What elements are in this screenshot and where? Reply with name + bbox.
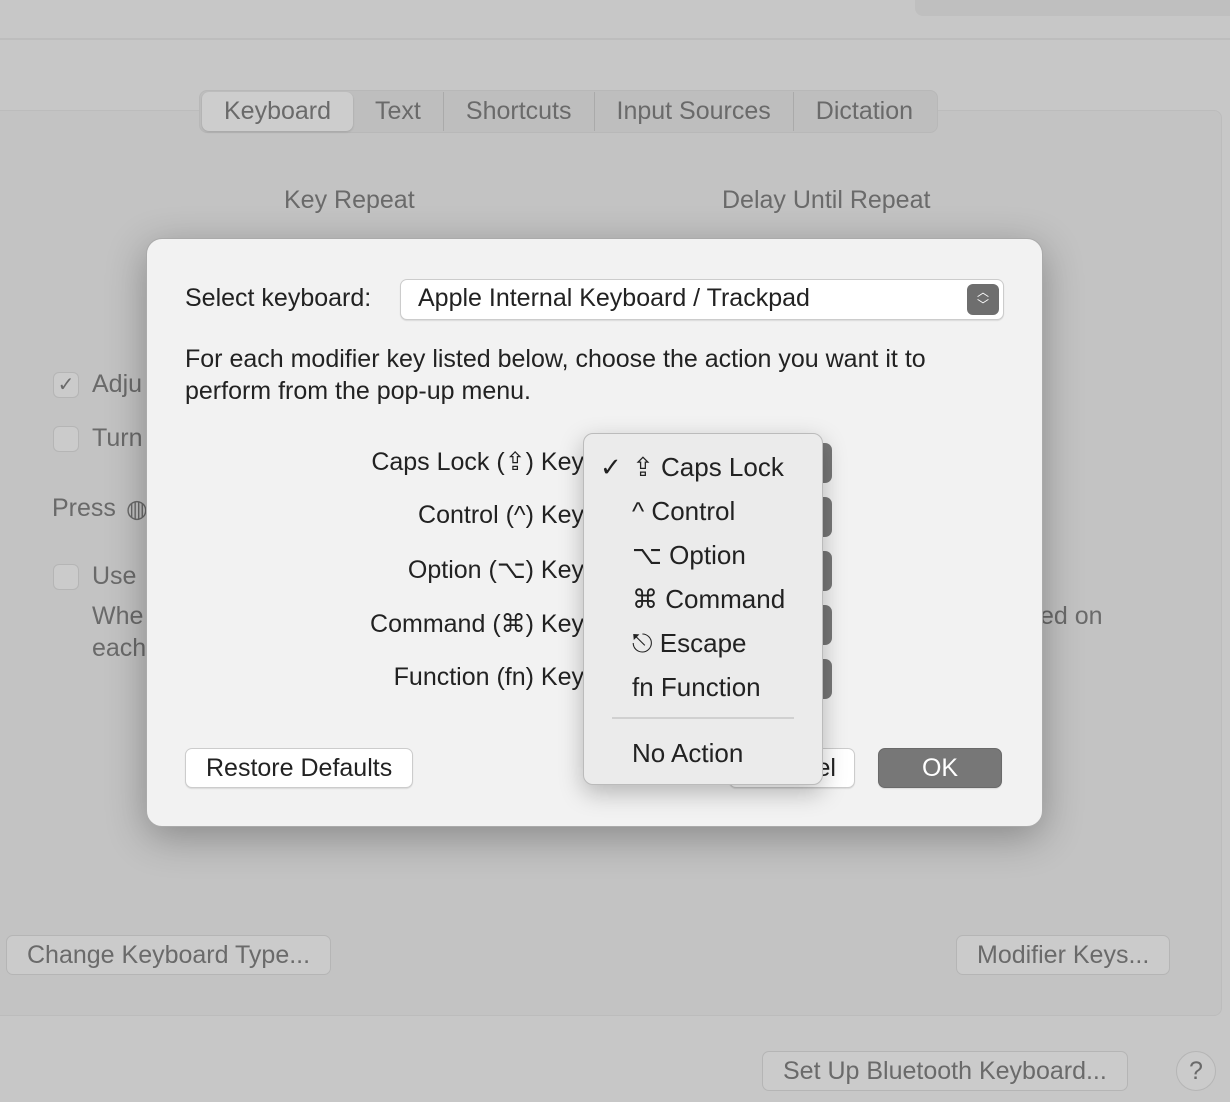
option-key-label: Option (⌥) Key [407, 556, 584, 584]
control-key-label: Control (^) Key [418, 501, 584, 529]
ok-button[interactable]: OK [878, 748, 1002, 788]
delay-until-repeat-label: Delay Until Repeat [722, 186, 931, 214]
adjust-checkbox[interactable]: ✓ [53, 372, 79, 398]
tab-input-sources[interactable]: Input Sources [595, 92, 794, 131]
function-key-label: Function (fn) Key [393, 663, 584, 691]
search-field[interactable] [915, 0, 1230, 16]
globe-icon: ◍ [126, 495, 148, 523]
each-text: each [92, 634, 147, 662]
when-text: Whe [92, 602, 144, 630]
change-keyboard-type-button[interactable]: Change Keyboard Type... [6, 935, 332, 975]
turn-label: Turn [92, 424, 143, 452]
caps-lock-key-label: Caps Lock (⇪) Key [371, 448, 584, 476]
keyboard-select[interactable]: Apple Internal Keyboard / Trackpad ︿ ﹀ [400, 279, 1004, 320]
key-repeat-label: Key Repeat [284, 186, 415, 214]
command-key-label: Command (⌘) Key [370, 610, 584, 638]
help-button[interactable]: ? [1176, 1051, 1216, 1091]
chevron-updown-icon: ︿ ﹀ [967, 284, 999, 315]
tab-bar: Keyboard Text Shortcuts Input Sources Di… [199, 90, 939, 133]
restore-defaults-button[interactable]: Restore Defaults [185, 748, 414, 788]
select-keyboard-label: Select keyboard: [185, 284, 372, 312]
tab-shortcuts[interactable]: Shortcuts [444, 92, 595, 131]
tab-text[interactable]: Text [353, 92, 444, 131]
keyboard-select-value: Apple Internal Keyboard / Trackpad [418, 284, 810, 312]
turn-checkbox[interactable] [53, 426, 79, 452]
use-checkbox[interactable] [53, 564, 79, 590]
adjust-label: Adju [92, 370, 143, 398]
tab-keyboard[interactable]: Keyboard [202, 92, 354, 131]
ed-on-text: ed on [1040, 602, 1103, 630]
modifier-action-menu: ✓ ⇪ Caps Lock ^ Control ⌥ Option ⌘ Comman… [583, 433, 823, 785]
instructions-line2: perform from the pop-up menu. [185, 377, 531, 405]
use-label: Use [92, 562, 137, 590]
press-label: Press [52, 494, 116, 522]
checkmark-icon: ✓ [600, 452, 622, 482]
bluetooth-keyboard-button[interactable]: Set Up Bluetooth Keyboard... [762, 1051, 1128, 1091]
tab-dictation[interactable]: Dictation [794, 92, 935, 131]
instructions-line1: For each modifier key listed below, choo… [185, 345, 926, 373]
menu-separator [612, 717, 794, 719]
modifier-keys-button[interactable]: Modifier Keys... [956, 935, 1171, 975]
